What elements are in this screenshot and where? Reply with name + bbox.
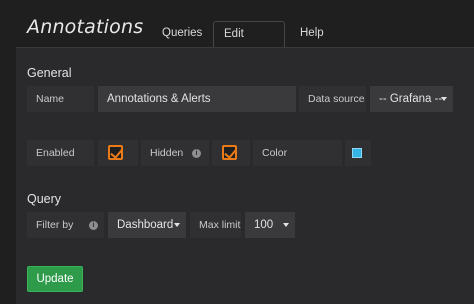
tab-edit-query[interactable]: Edit Query bbox=[213, 21, 285, 65]
editor-header: Annotations Queries Edit Query Help bbox=[0, 0, 474, 65]
page-title: Annotations bbox=[27, 16, 144, 38]
filter-by-label: Filter by bbox=[36, 219, 74, 231]
datasource-select[interactable]: -- Grafana -- bbox=[370, 86, 453, 112]
general-section-title: General bbox=[27, 66, 72, 80]
checkbox-checked-icon bbox=[222, 145, 237, 160]
tab-queries[interactable]: Queries bbox=[152, 21, 212, 48]
caret-down-icon bbox=[441, 97, 447, 101]
filter-by-value: Dashboard bbox=[117, 219, 174, 231]
enabled-checkbox[interactable] bbox=[98, 140, 138, 166]
max-limit-label: Max limit bbox=[190, 212, 241, 238]
name-label: Name bbox=[27, 86, 94, 112]
update-button[interactable]: Update bbox=[27, 266, 83, 292]
filter-by-select[interactable]: Dashboard bbox=[108, 212, 186, 238]
max-limit-value: 100 bbox=[254, 219, 274, 231]
color-swatch bbox=[352, 148, 362, 158]
tab-help[interactable]: Help bbox=[290, 21, 334, 48]
color-picker[interactable] bbox=[345, 140, 371, 166]
datasource-label: Data source bbox=[299, 86, 366, 112]
hidden-label-box: Hidden i bbox=[141, 140, 209, 166]
color-label: Color bbox=[253, 140, 342, 166]
max-limit-select[interactable]: 100 bbox=[245, 212, 295, 238]
caret-down-icon bbox=[174, 223, 180, 227]
checkbox-checked-icon bbox=[108, 145, 123, 160]
name-input[interactable]: Annotations & Alerts bbox=[98, 86, 296, 112]
filter-by-label-box: Filter by i bbox=[27, 212, 104, 238]
info-icon[interactable]: i bbox=[89, 221, 98, 230]
hidden-label: Hidden bbox=[150, 147, 184, 159]
info-icon[interactable]: i bbox=[192, 149, 201, 158]
datasource-value: -- Grafana -- bbox=[379, 93, 443, 105]
hidden-checkbox[interactable] bbox=[212, 140, 250, 166]
query-section-title: Query bbox=[27, 192, 62, 206]
caret-down-icon bbox=[283, 223, 289, 227]
enabled-label: Enabled bbox=[27, 140, 94, 166]
